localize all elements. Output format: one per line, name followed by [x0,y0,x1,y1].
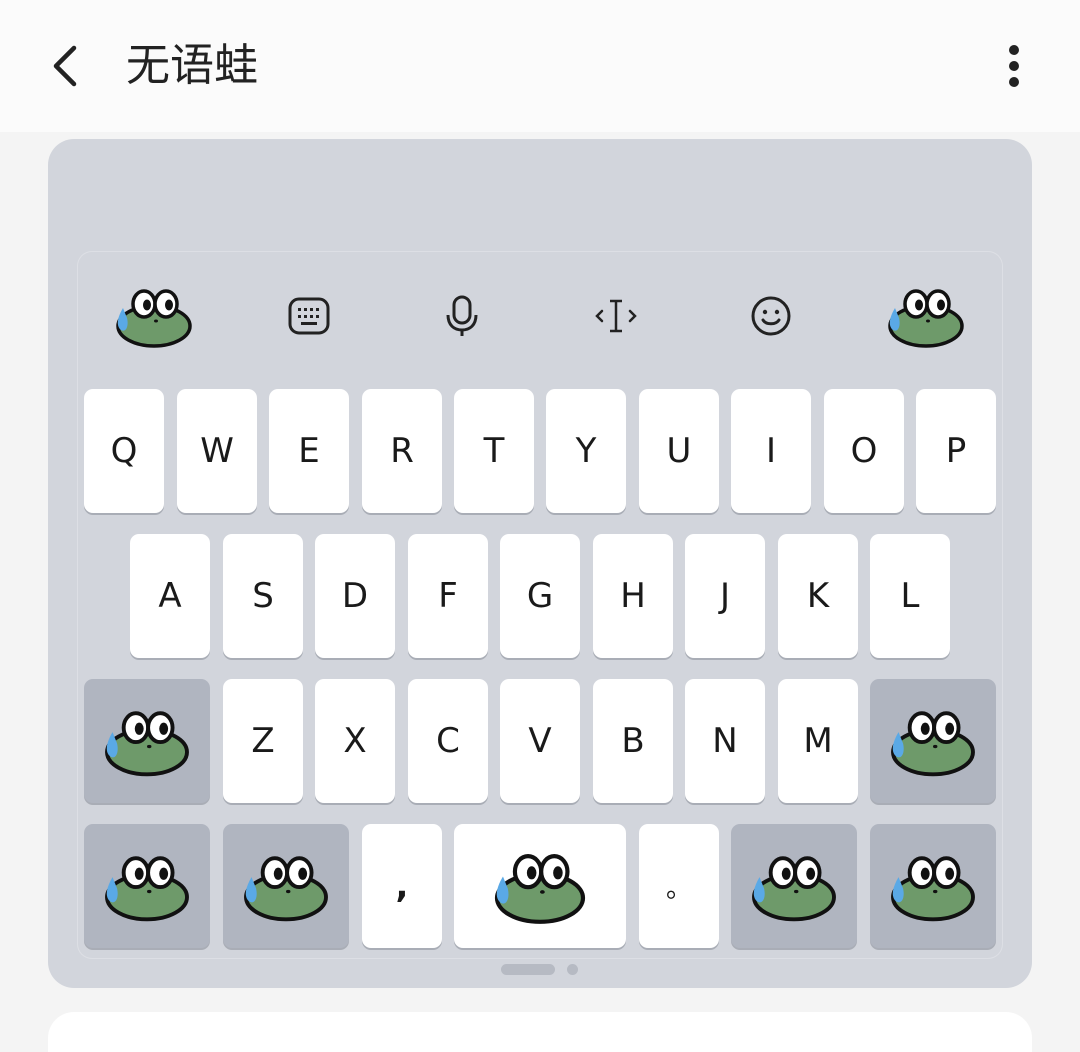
key-label: W [200,431,234,471]
toolbar-emoji-button[interactable] [731,280,811,352]
key-g[interactable]: G [500,534,580,658]
comma-key[interactable]: , [362,824,442,948]
text-cursor-icon [594,296,638,336]
key-label: I [765,431,777,471]
mic-icon [442,294,482,338]
key-label: T [483,431,505,471]
chevron-left-icon [46,42,86,90]
key-p[interactable]: P [916,389,996,513]
frog-sticker-icon [492,843,588,929]
key-label: N [712,721,738,761]
key-x[interactable]: X [315,679,395,803]
key-m[interactable]: M [778,679,858,803]
key-label: X [343,721,367,761]
backspace-key[interactable] [870,679,996,803]
key-label: B [621,721,645,761]
key-j[interactable]: J [685,534,765,658]
key-label: E [298,431,320,471]
enter-key[interactable] [870,824,996,948]
next-card [48,1012,1032,1052]
key-b[interactable]: B [593,679,673,803]
key-c[interactable]: C [408,679,488,803]
frog-sticker-icon [888,701,978,781]
key-label: D [341,576,369,616]
toolbar-sticker-right[interactable] [886,280,966,352]
page-indicator-active [501,964,555,975]
key-label: , [395,866,409,906]
key-z[interactable]: Z [223,679,303,803]
key-y[interactable]: Y [546,389,626,513]
frog-sticker-icon [102,846,192,926]
key-a[interactable]: A [130,534,210,658]
frog-sticker-icon [114,280,194,352]
more-options-button[interactable] [990,36,1038,96]
key-label: C [436,721,460,761]
keyboard-icon [287,296,331,336]
key-label: Q [110,431,138,471]
frog-sticker-icon [749,846,839,926]
back-button[interactable] [38,38,94,94]
key-label: 。 [665,873,692,904]
key-label: U [666,431,692,471]
key-label: F [438,576,458,616]
frog-sticker-icon [241,846,331,926]
key-k[interactable]: K [778,534,858,658]
toolbar-cursor-button[interactable] [576,280,656,352]
key-i[interactable]: I [731,389,811,513]
toolbar-voice-button[interactable] [422,280,502,352]
key-label: G [526,576,554,616]
key-label: R [390,431,414,471]
key-n[interactable]: N [685,679,765,803]
period-key[interactable]: 。 [639,824,719,948]
page-title: 无语蛙 [126,40,258,91]
frog-sticker-icon [102,701,192,781]
key-t[interactable]: T [454,389,534,513]
frog-sticker-icon [886,280,966,352]
key-l[interactable]: L [870,534,950,658]
language-key[interactable] [223,824,349,948]
emoji-icon [749,294,793,338]
key-label: J [719,576,731,616]
key-label: H [620,576,646,616]
key-label: Z [251,721,275,761]
emoji-key[interactable] [731,824,857,948]
app-bar: 无语蛙 [0,0,1080,132]
toolbar-keyboard-button[interactable] [269,280,349,352]
key-f[interactable]: F [408,534,488,658]
key-q[interactable]: Q [84,389,164,513]
key-h[interactable]: H [593,534,673,658]
symbols-key[interactable] [84,824,210,948]
key-v[interactable]: V [500,679,580,803]
key-label: A [158,576,182,616]
space-key[interactable] [454,824,626,948]
key-s[interactable]: S [223,534,303,658]
frog-sticker-icon [888,846,978,926]
key-label: Y [575,431,597,471]
shift-key[interactable] [84,679,210,803]
key-u[interactable]: U [639,389,719,513]
key-r[interactable]: R [362,389,442,513]
key-o[interactable]: O [824,389,904,513]
page-indicator-dot [567,964,578,975]
key-label: K [806,576,830,616]
key-d[interactable]: D [315,534,395,658]
key-label: V [528,721,552,761]
key-label: P [945,431,967,471]
key-label: M [803,721,833,761]
toolbar-sticker-left[interactable] [114,280,194,352]
more-vert-icon [1008,44,1020,88]
key-label: L [900,576,920,616]
key-label: S [252,576,274,616]
key-w[interactable]: W [177,389,257,513]
key-label: O [850,431,878,471]
key-e[interactable]: E [269,389,349,513]
